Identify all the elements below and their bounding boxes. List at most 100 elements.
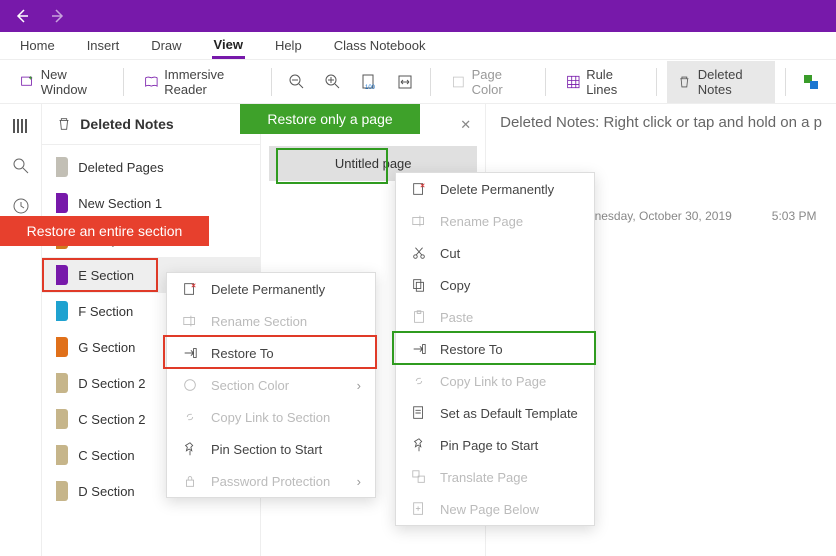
- menu-view[interactable]: View: [212, 33, 245, 59]
- page-context-menu: Delete Permanently Rename Page Cut Copy Past…: [395, 172, 595, 526]
- svg-text:100: 100: [365, 85, 376, 91]
- menu-item-copy[interactable]: Copy: [396, 269, 594, 301]
- zoom-out-icon: [288, 73, 306, 91]
- immersive-reader-label: Immersive Reader: [164, 67, 251, 97]
- paste-icon: [410, 309, 428, 325]
- menu-item-cut[interactable]: Cut: [396, 237, 594, 269]
- callout-restore-page: Restore only a page: [240, 104, 420, 134]
- search-rail-button[interactable]: [9, 154, 33, 178]
- menu-item-new-page-below: New Page Below: [396, 493, 594, 525]
- rename-icon: [410, 213, 428, 229]
- newpage-icon: [410, 501, 428, 517]
- translate-button[interactable]: [796, 67, 826, 97]
- menu-item-set-as-default-template[interactable]: Set as Default Template: [396, 397, 594, 429]
- menu-item-pin-page-to-start[interactable]: Pin Page to Start: [396, 429, 594, 461]
- menu-item-label: Copy Link to Section: [211, 410, 330, 425]
- pin-icon: [181, 441, 199, 457]
- immersive-reader-button[interactable]: Immersive Reader: [134, 61, 262, 103]
- menu-item-delete-permanently[interactable]: Delete Permanently: [167, 273, 375, 305]
- menu-item-label: New Page Below: [440, 502, 539, 517]
- menu-item-label: Password Protection: [211, 474, 330, 489]
- menu-class-notebook[interactable]: Class Notebook: [332, 34, 428, 57]
- menu-bar: Home Insert Draw View Help Class Notebook: [0, 32, 836, 60]
- zoom-out-button[interactable]: [282, 67, 312, 97]
- menu-item-label: Rename Section: [211, 314, 307, 329]
- palette-icon: [181, 377, 199, 393]
- divider: [545, 68, 546, 96]
- section-row[interactable]: Deleted Pages: [42, 149, 260, 185]
- window-plus-icon: [20, 73, 35, 91]
- copy-icon: [410, 277, 428, 293]
- menu-item-restore-to[interactable]: Restore To: [396, 333, 594, 365]
- menu-item-delete-permanently[interactable]: Delete Permanently: [396, 173, 594, 205]
- menu-item-copy-link-to-page: Copy Link to Page: [396, 365, 594, 397]
- menu-item-label: Copy Link to Page: [440, 374, 546, 389]
- divider: [785, 68, 786, 96]
- menu-item-label: Delete Permanently: [211, 282, 325, 297]
- menu-home[interactable]: Home: [18, 34, 57, 57]
- menu-item-label: Restore To: [211, 346, 274, 361]
- section-label: C Section: [78, 448, 134, 463]
- menu-insert[interactable]: Insert: [85, 34, 122, 57]
- notebooks-icon: [11, 116, 31, 136]
- forward-button[interactable]: [44, 2, 72, 30]
- menu-item-copy-link-to-section: Copy Link to Section: [167, 401, 375, 433]
- callout-restore-section: Restore an entire section: [0, 216, 209, 246]
- section-label: D Section: [78, 484, 134, 499]
- palette-icon: [451, 73, 466, 91]
- rule-lines-button[interactable]: Rule Lines: [556, 61, 647, 103]
- menu-item-password-protection: Password Protection›: [167, 465, 375, 497]
- new-window-label: New Window: [41, 67, 103, 97]
- panel-header: Deleted Notes: [42, 104, 260, 145]
- rename-icon: [181, 313, 199, 329]
- section-color-tab: [56, 301, 68, 321]
- cut-icon: [410, 245, 428, 261]
- menu-item-label: Cut: [440, 246, 460, 261]
- menu-item-restore-to[interactable]: Restore To: [167, 337, 375, 369]
- menu-item-label: Section Color: [211, 378, 289, 393]
- close-panel-button[interactable]: ✕: [460, 117, 471, 133]
- menu-draw[interactable]: Draw: [149, 34, 183, 57]
- zoom-in-button[interactable]: [318, 67, 348, 97]
- section-color-tab: [56, 193, 68, 213]
- menu-item-pin-section-to-start[interactable]: Pin Section to Start: [167, 433, 375, 465]
- notebooks-button[interactable]: [9, 114, 33, 138]
- section-label: C Section 2: [78, 412, 145, 427]
- section-color-tab: [56, 337, 68, 357]
- menu-item-label: Set as Default Template: [440, 406, 578, 421]
- page-width-button[interactable]: [390, 67, 420, 97]
- page-color-button[interactable]: Page Color: [441, 61, 535, 103]
- section-color-tab: [56, 409, 68, 429]
- deleted-notes-button[interactable]: Deleted Notes: [667, 61, 775, 103]
- section-color-tab: [56, 157, 68, 177]
- restore-icon: [410, 341, 428, 357]
- panel-title: Deleted Notes: [80, 116, 173, 132]
- section-color-tab: [56, 265, 68, 285]
- menu-item-label: Rename Page: [440, 214, 523, 229]
- clock-icon: [12, 197, 30, 215]
- back-button[interactable]: [8, 2, 36, 30]
- rule-lines-label: Rule Lines: [586, 67, 636, 97]
- menu-item-label: Restore To: [440, 342, 503, 357]
- grid-icon: [566, 73, 581, 91]
- search-icon: [12, 157, 30, 175]
- recent-rail-button[interactable]: [9, 194, 33, 218]
- menu-item-section-color: Section Color›: [167, 369, 375, 401]
- zoom-100-button[interactable]: 100: [354, 67, 384, 97]
- page-width-icon: [396, 73, 414, 91]
- trash-icon: [56, 116, 72, 132]
- menu-help[interactable]: Help: [273, 34, 304, 57]
- title-bar: [0, 0, 836, 32]
- section-color-tab: [56, 373, 68, 393]
- menu-item-label: Pin Section to Start: [211, 442, 322, 457]
- new-window-button[interactable]: New Window: [10, 61, 113, 103]
- link-icon: [181, 409, 199, 425]
- section-label: G Section: [78, 340, 135, 355]
- menu-item-label: Paste: [440, 310, 473, 325]
- lock-icon: [181, 473, 199, 489]
- x-red-icon: [181, 281, 199, 297]
- translate-icon: [802, 73, 820, 91]
- template-icon: [410, 405, 428, 421]
- section-label: D Section 2: [78, 376, 145, 391]
- page-color-label: Page Color: [472, 67, 525, 97]
